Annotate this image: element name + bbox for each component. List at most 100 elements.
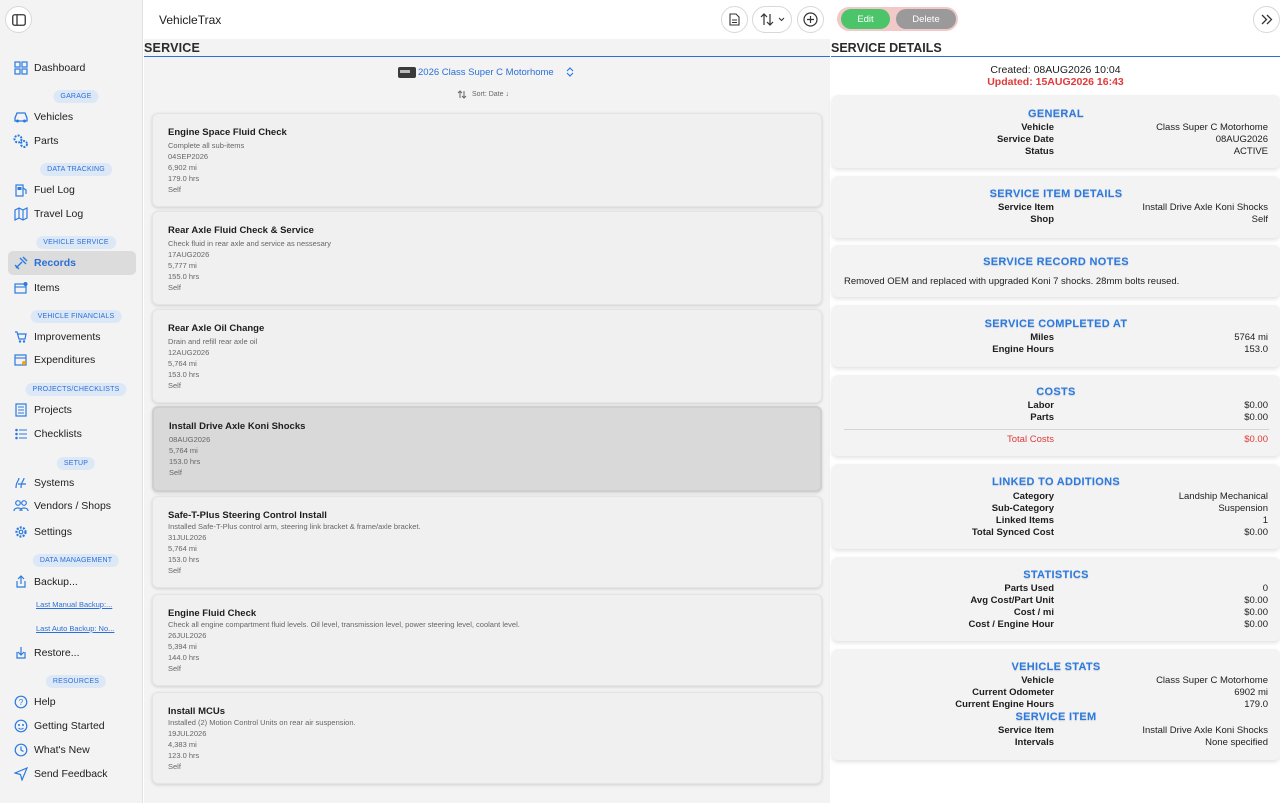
report-button[interactable]: [721, 6, 748, 33]
costs-panel: COSTS Labor $0.00 Parts $0.00 Total Costs $…: [832, 375, 1280, 456]
service-completed-panel: SERVICE COMPLETED AT Miles 5764 mi Engine…: [832, 305, 1280, 367]
sidebar-item-label: Checklists: [34, 428, 82, 440]
toolbar: VehicleTrax: [144, 0, 830, 39]
collapse-inspector-button[interactable]: [1253, 6, 1280, 33]
sidebar-item-checklists[interactable]: Checklists: [8, 423, 136, 445]
service-completed-title: SERVICE COMPLETED AT: [984, 318, 1128, 330]
section-resources: RESOURCES: [45, 675, 107, 688]
record-card[interactable]: Install MCUs Installed (2) Motion Contro…: [152, 692, 822, 784]
vehicle-picker-label: 2026 Class Super C Motorhome: [418, 66, 554, 78]
service-details-pane: Edit Delete SERVICE DETAILS Created: 08A…: [831, 0, 1280, 803]
sidebar-icon: [11, 13, 26, 26]
section-data-management: DATA MANAGEMENT: [32, 554, 120, 567]
sort-label: Sort: Date ↓: [472, 91, 509, 98]
section-setup: SETUP: [56, 457, 96, 470]
sidebar-item-dashboard[interactable]: Dashboard: [8, 57, 136, 79]
last-manual-backup-link[interactable]: Last Manual Backup:...: [36, 600, 112, 609]
record-date: 19JUL2026: [168, 729, 207, 738]
detail-row: Total Synced Cost $0.00: [832, 527, 1280, 539]
detail-row: Intervals None specified: [832, 737, 1280, 749]
sidebar-item-systems[interactable]: Systems: [8, 472, 136, 494]
row-label: Total Synced Cost: [971, 527, 1054, 538]
record-description: Check fluid in rear axle and service as …: [168, 239, 331, 248]
detail-row: Miles 5764 mi: [832, 332, 1280, 344]
sidebar-item-settings[interactable]: Settings: [8, 521, 136, 543]
cart-icon: [12, 328, 30, 346]
sidebar-item-help[interactable]: ? Help: [8, 691, 136, 713]
record-performed-by: Self: [168, 664, 181, 673]
help-icon: ?: [12, 693, 30, 711]
record-card[interactable]: Engine Space Fluid Check Complete all su…: [152, 113, 822, 207]
record-miles: 5,764 mi: [168, 359, 197, 368]
row-value: Class Super C Motorhome: [1156, 122, 1268, 133]
record-date: 17AUG2026: [168, 250, 210, 259]
row-label: Category: [1012, 491, 1054, 502]
send-icon: [12, 765, 30, 783]
sidebar-item-fuel-log[interactable]: Fuel Log: [8, 179, 136, 201]
sidebar-item-records[interactable]: Records: [8, 251, 136, 275]
sidebar-item-send-feedback[interactable]: Send Feedback: [8, 763, 136, 785]
record-card[interactable]: Engine Fluid Check Check all engine comp…: [152, 594, 822, 686]
wrench-icon: [12, 254, 30, 272]
sidebar-item-label: Expenditures: [34, 354, 96, 366]
row-label: Cost / mi: [1013, 607, 1054, 618]
section-vehicle-service: VEHICLE SERVICE: [36, 236, 116, 249]
detail-row: Current Engine Hours 179.0: [832, 699, 1280, 711]
vehicle-picker[interactable]: 2026 Class Super C Motorhome: [398, 64, 574, 80]
sidebar-item-improvements[interactable]: Improvements: [8, 326, 136, 348]
record-title: Engine Fluid Check: [168, 608, 257, 619]
record-miles: 5,394 mi: [168, 642, 197, 651]
sidebar-item-travel-log[interactable]: Travel Log: [8, 203, 136, 225]
sidebar-item-label: Records: [34, 257, 77, 269]
sidebar-item-whats-new[interactable]: What's New: [8, 739, 136, 761]
sort-icon: [760, 13, 773, 26]
record-miles: 5,764 mi: [169, 446, 198, 455]
plus-circle-icon: [803, 12, 818, 27]
sidebar-item-label: Items: [34, 282, 60, 294]
last-auto-backup-link[interactable]: Last Auto Backup: No...: [36, 624, 114, 633]
sidebar-item-backup[interactable]: Backup...: [8, 571, 136, 593]
row-value: Install Drive Axle Koni Shocks: [1142, 725, 1268, 736]
car-icon: [12, 108, 30, 126]
sidebar-item-items[interactable]: Items: [8, 277, 136, 299]
sidebar-item-label: Help: [34, 696, 56, 708]
sidebar-item-label: Send Feedback: [34, 768, 108, 780]
edit-button[interactable]: Edit: [841, 9, 890, 29]
delete-button[interactable]: Delete: [896, 9, 956, 29]
total-costs-row: Total Costs $0.00: [832, 434, 1280, 446]
detail-row: Service Date 08AUG2026: [832, 134, 1280, 146]
record-date: 31JUL2026: [168, 533, 207, 542]
sidebar-item-parts[interactable]: Parts: [8, 130, 136, 152]
sidebar-toggle-button[interactable]: [5, 6, 32, 33]
record-card[interactable]: Rear Axle Oil Change Drain and refill re…: [152, 309, 822, 403]
row-label: Status: [1024, 146, 1054, 157]
document-icon: [729, 13, 740, 26]
sidebar-item-vendors-shops[interactable]: Vendors / Shops: [8, 495, 136, 517]
record-title: Install MCUs: [168, 706, 226, 717]
row-label: Avg Cost/Part Unit: [970, 595, 1054, 606]
sidebar-item-getting-started[interactable]: Getting Started: [8, 715, 136, 737]
getting-started-icon: [12, 717, 30, 735]
add-record-button[interactable]: [797, 6, 824, 33]
expenditures-icon: [12, 351, 30, 369]
sort-menu-button[interactable]: [752, 6, 792, 33]
row-value: Landship Mechanical: [1178, 491, 1268, 502]
sidebar-item-vehicles[interactable]: Vehicles: [8, 106, 136, 128]
record-card[interactable]: Safe-T-Plus Steering Control Install Ins…: [152, 496, 822, 588]
detail-row: Parts $0.00: [832, 412, 1280, 424]
record-date: 12AUG2026: [168, 348, 210, 357]
sidebar-item-expenditures[interactable]: Expenditures: [8, 349, 136, 371]
sort-control[interactable]: Sort: Date ↓: [457, 90, 509, 99]
detail-row: Avg Cost/Part Unit $0.00: [832, 595, 1280, 607]
costs-title: COSTS: [1036, 386, 1076, 398]
service-item-details-title: SERVICE ITEM DETAILS: [989, 188, 1123, 200]
record-date: 26JUL2026: [168, 631, 207, 640]
record-card[interactable]: Rear Axle Fluid Check & Service Check fl…: [152, 211, 822, 305]
sidebar-item-restore[interactable]: Restore...: [8, 642, 136, 664]
vehicle-stats-panel: VEHICLE STATS Vehicle Class Super C Motor…: [832, 649, 1280, 760]
linked-additions-panel: LINKED TO ADDITIONS Category Landship Mec…: [832, 464, 1280, 549]
detail-row: Engine Hours 153.0: [832, 344, 1280, 356]
record-card-selected[interactable]: Install Drive Axle Koni Shocks 08AUG2026…: [152, 406, 822, 492]
sidebar-item-projects[interactable]: Projects: [8, 399, 136, 421]
sidebar-item-label: Settings: [34, 526, 72, 538]
